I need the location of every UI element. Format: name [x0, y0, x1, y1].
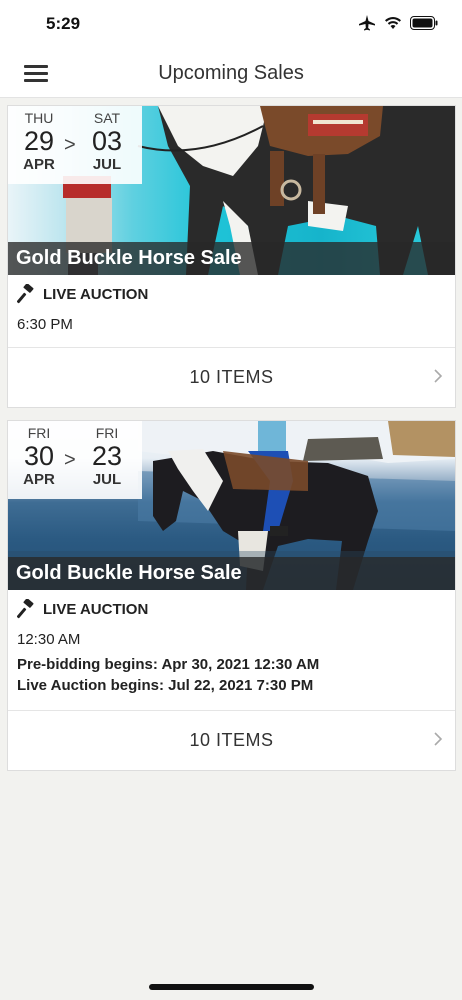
prebidding-start: Pre-bidding begins: Apr 30, 2021 12:30 A… — [17, 656, 320, 673]
date-range: THU 29 APR > SAT 03 JUL — [8, 106, 142, 184]
status-icons — [358, 15, 438, 31]
end-day-of-week: SAT — [93, 110, 121, 126]
status-bar: 5:29 — [0, 0, 462, 50]
status-time: 5:29 — [46, 14, 81, 33]
sale-info: LIVE AUCTION 6:30 PM — [17, 284, 447, 333]
chevron-right-icon — [434, 369, 443, 383]
end-day-of-week: FRI — [95, 425, 119, 441]
start-month: APR — [23, 156, 55, 173]
sale-time: 6:30 PM — [17, 316, 73, 333]
items-button[interactable]: 10 ITEMS — [8, 347, 455, 407]
start-day-of-week: THU — [24, 110, 54, 126]
live-auction-start: Live Auction begins: Jul 22, 2021 7:30 P… — [17, 677, 314, 694]
start-month: APR — [23, 471, 55, 488]
gavel-icon — [17, 599, 34, 619]
chevron-right-icon — [434, 732, 443, 746]
auction-type-label: LIVE AUCTION — [43, 600, 149, 618]
sale-image: FRI 30 APR > FRI 23 JUL Gold Buckle Hors… — [8, 421, 455, 590]
sale-title-band: Gold Buckle Horse Sale — [8, 557, 455, 590]
start-day: 29 — [23, 126, 55, 156]
sale-card[interactable]: THU 29 APR > SAT 03 JUL Gold Buckle Hors… — [7, 105, 456, 408]
date-range: FRI 30 APR > FRI 23 JUL — [8, 421, 142, 499]
sale-title: Gold Buckle Horse Sale — [16, 247, 242, 269]
date-separator: > — [64, 449, 76, 471]
items-count: 10 ITEMS — [189, 730, 274, 750]
sale-image: THU 29 APR > SAT 03 JUL Gold Buckle Hors… — [8, 106, 455, 275]
start-date: FRI 30 APR — [16, 425, 62, 488]
items-button[interactable]: 10 ITEMS — [8, 710, 455, 770]
battery-icon — [410, 16, 438, 30]
date-separator: > — [64, 134, 76, 156]
gavel-icon — [17, 284, 34, 304]
sale-info: LIVE AUCTION 12:30 AM Pre-bidding begins… — [17, 599, 447, 694]
start-date: THU 29 APR — [16, 110, 62, 173]
auction-type: LIVE AUCTION — [17, 284, 447, 304]
auction-type: LIVE AUCTION — [17, 599, 447, 619]
items-count: 10 ITEMS — [189, 367, 274, 387]
end-day: 23 — [91, 441, 123, 471]
start-day-of-week: FRI — [27, 425, 51, 441]
end-month: JUL — [92, 156, 122, 173]
wifi-icon — [385, 17, 401, 29]
home-indicator[interactable] — [149, 984, 314, 990]
page-title: Upcoming Sales — [158, 62, 304, 84]
sale-time: 12:30 AM — [17, 631, 81, 648]
end-date: SAT 03 JUL — [84, 110, 130, 173]
airplane-icon — [359, 15, 375, 31]
sale-title-band: Gold Buckle Horse Sale — [8, 242, 455, 275]
end-date: FRI 23 JUL — [84, 425, 130, 488]
end-day: 03 — [91, 126, 123, 156]
auction-type-label: LIVE AUCTION — [43, 285, 149, 303]
sale-title: Gold Buckle Horse Sale — [16, 562, 242, 584]
navigation-bar: Upcoming Sales — [0, 50, 462, 98]
end-month: JUL — [92, 471, 122, 488]
sale-card[interactable]: FRI 30 APR > FRI 23 JUL Gold Buckle Hors… — [7, 420, 456, 771]
start-day: 30 — [23, 441, 55, 471]
